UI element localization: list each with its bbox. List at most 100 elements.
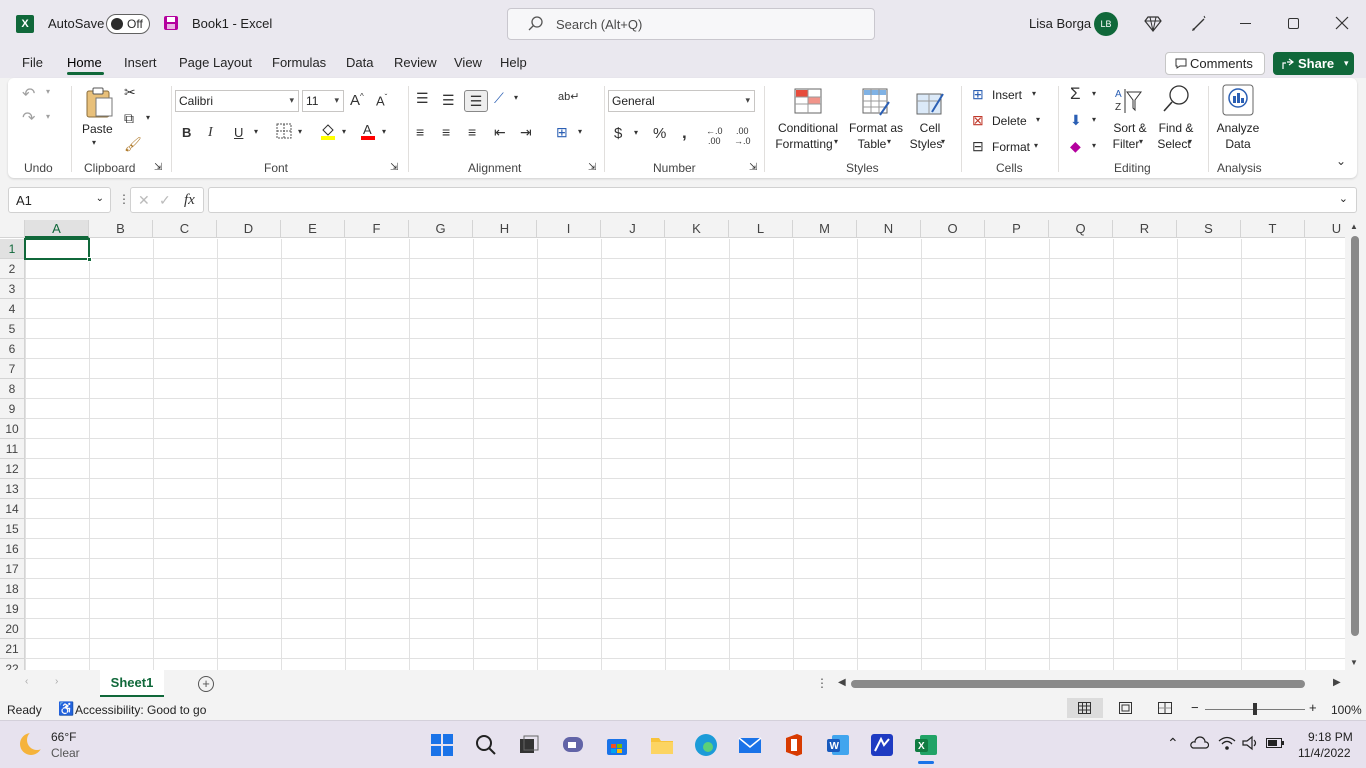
chevron-down-icon[interactable]: ▾ — [941, 137, 945, 146]
tab-data[interactable]: Data — [346, 55, 373, 70]
enter-icon[interactable]: ✓ — [159, 192, 171, 209]
scroll-up-icon[interactable]: ▲ — [1350, 222, 1358, 231]
delete-cells-icon[interactable]: ⊠ — [972, 112, 984, 129]
search-icon[interactable] — [474, 733, 498, 757]
zoom-slider[interactable] — [1205, 703, 1305, 715]
comma-style-icon[interactable]: , — [682, 123, 687, 143]
accessibility-status[interactable]: Accessibility: Good to go — [75, 703, 206, 717]
column-header-g[interactable]: G — [409, 220, 473, 238]
number-format-select[interactable]: General ▾ — [608, 90, 755, 112]
close-icon[interactable] — [1335, 16, 1349, 30]
bold-icon[interactable]: B — [182, 125, 191, 140]
weather-temp[interactable]: 66°F — [51, 730, 76, 744]
chevron-down-icon[interactable]: ▾ — [342, 127, 346, 136]
chevron-down-icon[interactable]: ▾ — [146, 113, 150, 122]
store-icon[interactable] — [605, 733, 629, 757]
clear-icon[interactable]: ◆ — [1070, 138, 1081, 155]
analyze-data-label-line1[interactable]: Analyze — [1214, 120, 1262, 136]
tab-help[interactable]: Help — [500, 55, 527, 70]
format-cells-label[interactable]: Format — [992, 139, 1030, 155]
more-options-icon[interactable]: ⋮ — [118, 192, 130, 206]
column-header-j[interactable]: J — [601, 220, 665, 238]
row-header-6[interactable]: 6 — [0, 339, 24, 359]
page-layout-view-icon[interactable] — [1119, 702, 1132, 714]
underline-icon[interactable]: U — [234, 125, 243, 140]
chevron-down-icon[interactable]: ▾ — [298, 127, 302, 136]
paste-label[interactable]: Paste — [82, 121, 113, 137]
column-header-l[interactable]: L — [729, 220, 793, 238]
chevron-down-icon[interactable]: ▾ — [382, 127, 386, 136]
select-all-corner[interactable] — [0, 220, 25, 238]
next-sheet-icon[interactable]: › — [55, 676, 58, 687]
column-header-t[interactable]: T — [1241, 220, 1305, 238]
weather-desc[interactable]: Clear — [51, 746, 80, 760]
clock-date[interactable]: 11/4/2022 — [1298, 746, 1351, 760]
formula-input[interactable]: ⌄ — [208, 187, 1357, 213]
column-header-p[interactable]: P — [985, 220, 1049, 238]
align-center-icon[interactable]: ≡ — [442, 124, 450, 140]
volume-icon[interactable] — [1242, 735, 1260, 751]
format-as-table-label-line1[interactable]: Format as — [844, 120, 908, 136]
tab-review[interactable]: Review — [394, 55, 437, 70]
tab-insert[interactable]: Insert — [124, 55, 157, 70]
column-header-n[interactable]: N — [857, 220, 921, 238]
column-header-b[interactable]: B — [89, 220, 153, 238]
borders-icon[interactable] — [276, 123, 292, 139]
weather-moon-icon[interactable] — [18, 731, 44, 757]
name-box[interactable]: A1 ⌄ — [8, 187, 111, 213]
add-sheet-icon[interactable]: + — [198, 676, 214, 692]
paste-icon[interactable] — [84, 86, 114, 118]
autosave-toggle[interactable]: Off — [106, 14, 150, 34]
fill-handle[interactable] — [87, 257, 92, 262]
zoom-out-icon[interactable]: − — [1191, 700, 1199, 715]
chevron-down-icon[interactable]: ▾ — [834, 137, 838, 146]
chevron-down-icon[interactable]: ▾ — [887, 137, 891, 146]
row-header-4[interactable]: 4 — [0, 299, 24, 319]
chevron-down-icon[interactable]: ▾ — [578, 127, 582, 136]
cell-styles-label-line1[interactable]: Cell — [910, 120, 950, 136]
column-header-f[interactable]: F — [345, 220, 409, 238]
tab-file[interactable]: File — [22, 55, 43, 70]
dialog-launcher-icon[interactable]: ⇲ — [749, 162, 757, 173]
dialog-launcher-icon[interactable]: ⇲ — [390, 162, 398, 173]
conditional-formatting-label-line2[interactable]: Formatting — [766, 136, 842, 152]
pen-icon[interactable] — [1190, 15, 1208, 33]
find-select-icon[interactable] — [1162, 84, 1192, 114]
chevron-up-icon[interactable]: ⌃ — [1167, 735, 1179, 752]
increase-indent-icon[interactable]: ⇥ — [520, 124, 532, 141]
conditional-formatting-icon[interactable] — [794, 88, 822, 114]
chevron-down-icon[interactable]: ▾ — [1032, 89, 1036, 98]
premium-diamond-icon[interactable] — [1144, 15, 1162, 33]
windows-start-icon[interactable] — [430, 733, 454, 757]
edge-browser-icon[interactable] — [694, 733, 718, 757]
tab-formulas[interactable]: Formulas — [272, 55, 326, 70]
increase-decimal-icon[interactable]: ←.0.00 — [706, 126, 723, 146]
insert-cells-icon[interactable]: ⊞ — [972, 86, 984, 103]
undo-icon[interactable]: ↶ — [22, 84, 35, 104]
share-button[interactable]: Share ▾ — [1273, 52, 1354, 75]
battery-icon[interactable] — [1266, 738, 1284, 748]
active-cell[interactable] — [24, 238, 92, 262]
wrap-text-icon[interactable]: ab↵ — [558, 90, 579, 103]
decrease-font-size-icon[interactable]: Aˇ — [376, 93, 387, 108]
chevron-down-icon[interactable]: ▾ — [1188, 137, 1192, 146]
insert-function-icon[interactable]: fx — [184, 192, 195, 209]
middle-align-icon[interactable]: ☰ — [442, 92, 455, 109]
top-align-icon[interactable]: ☰ — [416, 90, 429, 107]
sort-filter-label-line1[interactable]: Sort & — [1108, 120, 1152, 136]
format-as-table-icon[interactable] — [862, 88, 890, 116]
format-as-table-label-line2[interactable]: Table — [840, 136, 904, 152]
zoom-slider-thumb[interactable] — [1253, 703, 1257, 715]
row-header-13[interactable]: 13 — [0, 479, 24, 499]
column-header-c[interactable]: C — [153, 220, 217, 238]
row-header-16[interactable]: 16 — [0, 539, 24, 559]
chevron-down-icon[interactable]: ▾ — [634, 128, 638, 137]
chevron-down-icon[interactable]: ⌄ — [96, 193, 104, 204]
clock-time[interactable]: 9:18 PM — [1308, 730, 1353, 744]
cut-icon[interactable]: ✂ — [124, 84, 136, 101]
autosum-icon[interactable]: Σ — [1070, 84, 1081, 104]
column-header-i[interactable]: I — [537, 220, 601, 238]
collapse-ribbon-icon[interactable]: ⌄ — [1336, 154, 1346, 168]
insert-cells-label[interactable]: Insert — [992, 87, 1022, 103]
fill-color-icon[interactable] — [320, 122, 336, 140]
